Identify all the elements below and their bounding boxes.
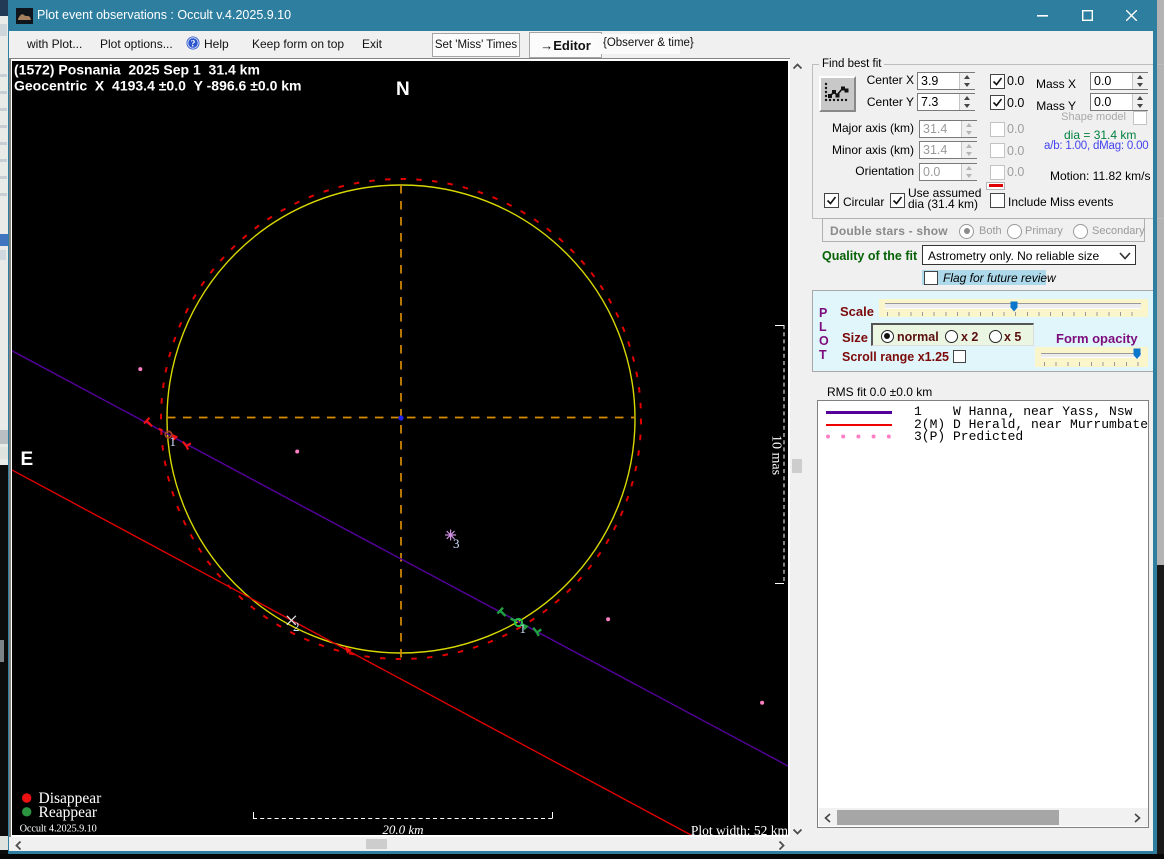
svg-text:Geocentric X 4193.4 ±0.0 Y: Geocentric X 4193.4 ±0.0 Y -896.6 ±0.0 k… <box>14 78 302 94</box>
svg-text:N: N <box>396 79 410 100</box>
svg-text:10 mas: 10 mas <box>769 435 784 475</box>
svg-text:Reappear: Reappear <box>39 804 98 821</box>
svg-text:2: 2 <box>293 619 300 634</box>
svg-text:?: ? <box>191 40 196 50</box>
svg-text:Occult 4.2025.9.10: Occult 4.2025.9.10 <box>20 824 97 835</box>
svg-text:1: 1 <box>170 434 177 449</box>
svg-text:1: 1 <box>520 621 527 636</box>
svg-text:3: 3 <box>453 536 460 551</box>
svg-text:E: E <box>21 449 34 470</box>
svg-text:Plot width: 52 km: Plot width: 52 km <box>691 823 788 835</box>
svg-text:20.0 km: 20.0 km <box>382 822 423 835</box>
svg-text:(1572) Posnania 2025 Sep 1 3: (1572) Posnania 2025 Sep 1 31.4 km <box>14 62 260 78</box>
